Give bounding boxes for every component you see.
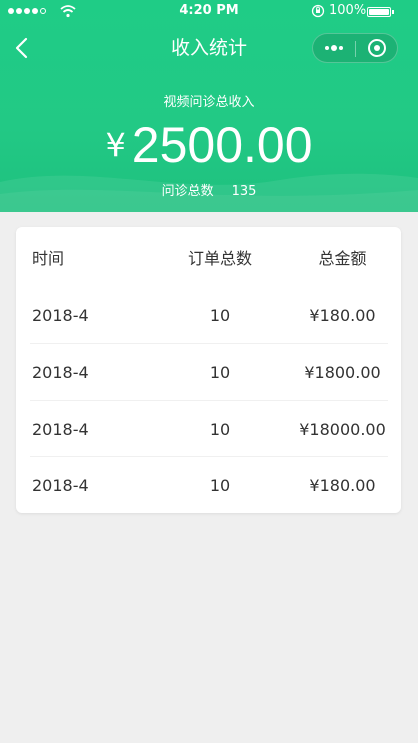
table-header-row: 时间 订单总数 总金额 — [30, 230, 388, 287]
header-banner: 4:20 PM 100% 收入统计 视频问诊总收入 ¥ 2500.00 问诊总数… — [0, 0, 418, 212]
row-time: 2018-4 — [32, 420, 89, 439]
more-button[interactable] — [313, 34, 355, 62]
consult-total-label: 问诊总数 — [161, 184, 214, 199]
battery-percentage: 100% — [329, 3, 367, 18]
row-time: 2018-4 — [32, 476, 89, 495]
table-row[interactable]: 2018-4 10 ¥180.00 — [30, 287, 388, 344]
row-orders: 10 — [209, 363, 231, 382]
income-amount-value: 2500.00 — [131, 117, 313, 173]
table-row[interactable]: 2018-4 10 ¥180.00 — [30, 456, 388, 514]
close-mini-program-button[interactable] — [356, 34, 398, 62]
total-income-amount: ¥2500.00 — [0, 116, 418, 174]
row-amount: ¥180.00 — [309, 306, 376, 325]
orientation-lock-icon — [311, 4, 325, 18]
status-bar: 4:20 PM 100% — [0, 0, 418, 24]
currency-symbol: ¥ — [105, 126, 126, 164]
battery-icon — [367, 7, 391, 17]
row-amount: ¥18000.00 — [299, 420, 386, 439]
consult-total-value: 135 — [231, 184, 257, 199]
target-circle-icon — [368, 39, 386, 57]
header-time: 时间 — [32, 249, 65, 268]
row-orders: 10 — [209, 420, 231, 439]
row-orders: 10 — [209, 476, 231, 495]
row-time: 2018-4 — [32, 363, 89, 382]
row-orders: 10 — [209, 306, 231, 325]
total-income-label: 视频问诊总收入 — [163, 95, 255, 110]
more-dots-icon — [325, 45, 343, 51]
row-amount: ¥1800.00 — [304, 363, 381, 382]
income-table-card: 时间 订单总数 总金额 2018-4 10 ¥180.00 2018-4 10 … — [16, 227, 401, 513]
row-time: 2018-4 — [32, 306, 89, 325]
consult-total: 问诊总数 135 — [0, 180, 418, 199]
table-row[interactable]: 2018-4 10 ¥1800.00 — [30, 343, 388, 401]
row-amount: ¥180.00 — [309, 476, 376, 495]
mini-program-capsule — [312, 33, 398, 63]
table-row[interactable]: 2018-4 10 ¥18000.00 — [30, 400, 388, 458]
header-amount: 总金额 — [318, 249, 367, 268]
header-orders: 订单总数 — [187, 249, 252, 268]
